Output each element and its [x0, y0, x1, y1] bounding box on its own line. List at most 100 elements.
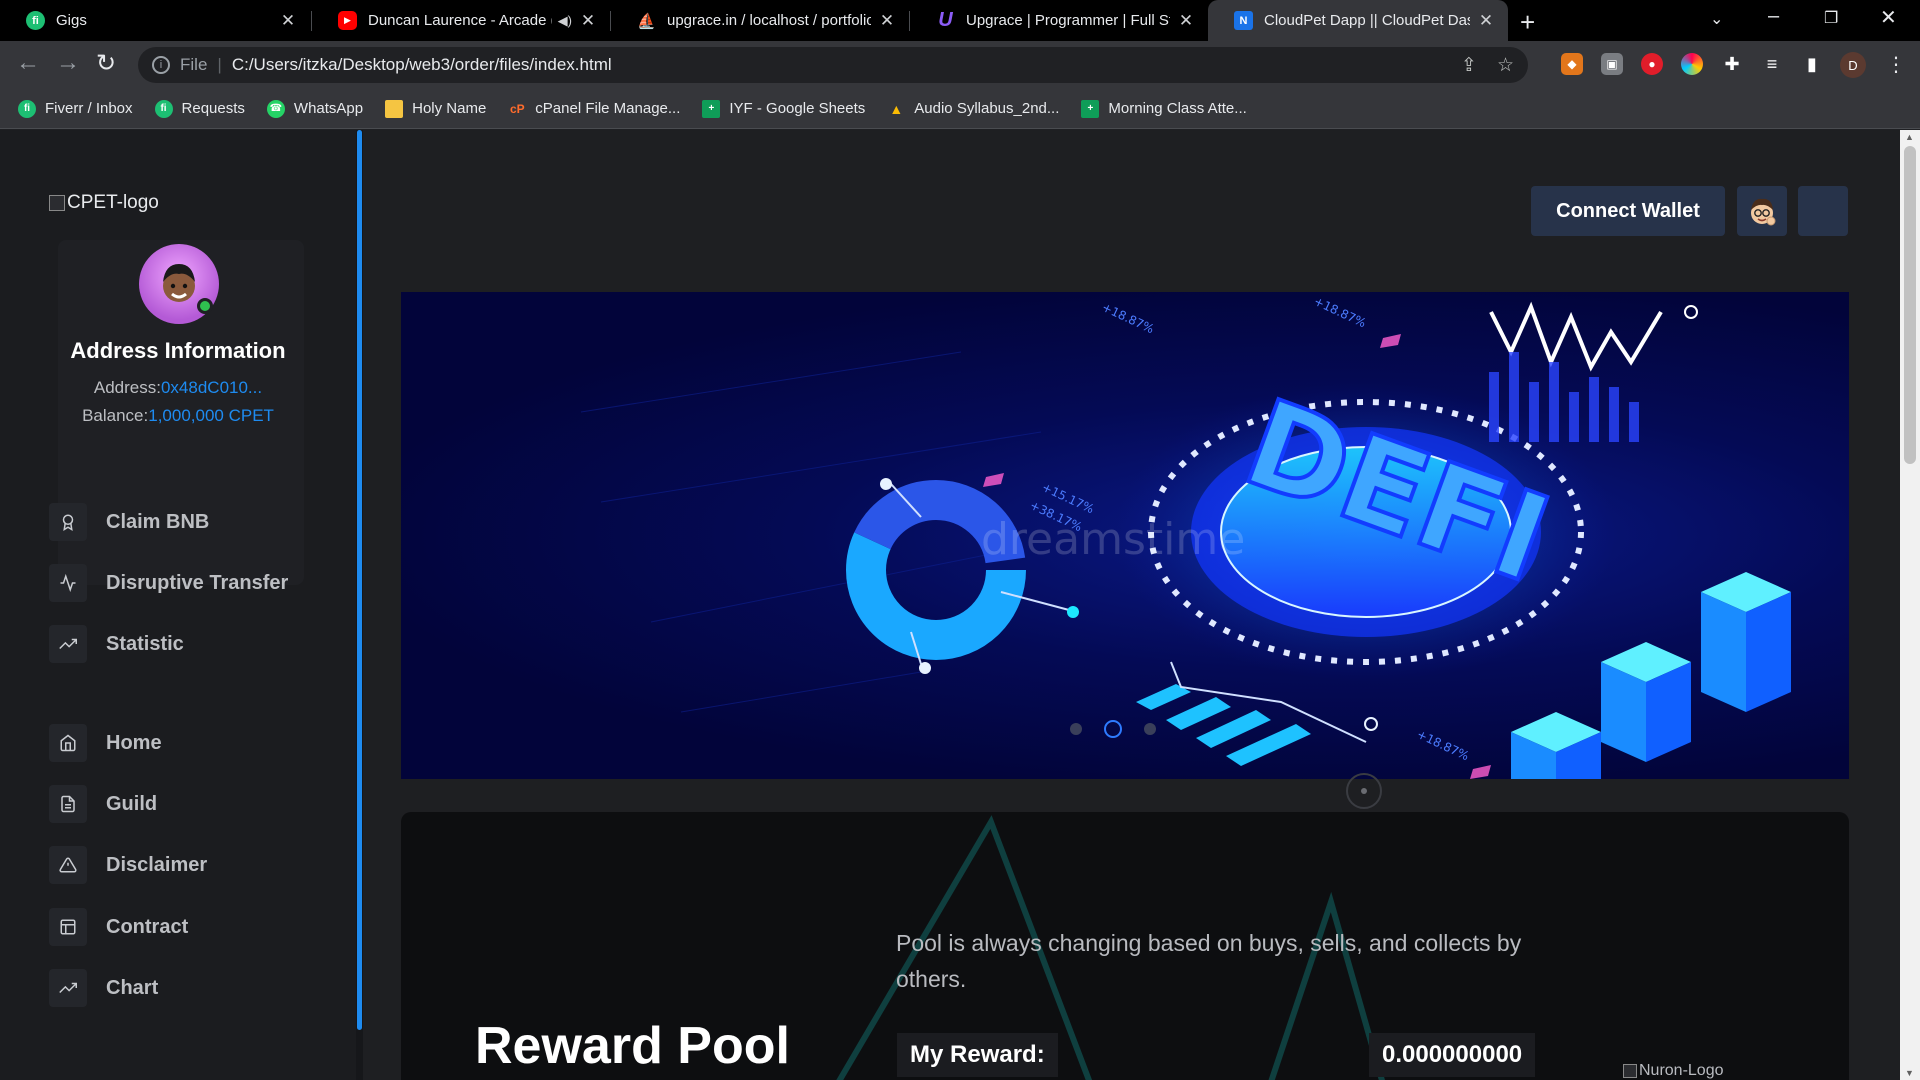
- tab-gigs[interactable]: fi Gigs ✕: [0, 0, 310, 41]
- folder-icon: [385, 99, 404, 118]
- tab-cloudpet[interactable]: N CloudPet Dapp || CloudPet Dashb ✕: [1208, 0, 1508, 41]
- side-panel-icon[interactable]: ▮: [1801, 53, 1823, 75]
- speaker-icon[interactable]: ◀): [558, 13, 572, 29]
- reload-button[interactable]: ↻: [96, 49, 116, 78]
- balance-value: 1,000,000 CPET: [148, 406, 274, 425]
- reward-pool-title: Reward Pool: [475, 1017, 790, 1075]
- connect-wallet-button[interactable]: Connect Wallet: [1531, 186, 1725, 236]
- browser-toolbar: ← → ↻ i File | C:/Users/itzka/Desktop/we…: [0, 41, 1920, 89]
- user-avatar-button[interactable]: [1737, 186, 1787, 236]
- sidebar-item-guild[interactable]: Guild: [49, 784, 329, 824]
- carousel-dot[interactable]: [1144, 723, 1156, 735]
- close-icon[interactable]: ✕: [1476, 11, 1496, 31]
- my-reward-value: 0.000000000: [1369, 1033, 1536, 1077]
- my-reward-label: My Reward:: [897, 1033, 1058, 1077]
- close-icon[interactable]: ✕: [578, 11, 598, 31]
- scroll-down-indicator[interactable]: [1346, 773, 1382, 809]
- scroll-up-arrow[interactable]: ▲: [1905, 132, 1914, 142]
- percent-label: +18.87%: [1415, 727, 1471, 763]
- balance-line: Balance:1,000,000 CPET: [0, 406, 356, 426]
- metamask-icon[interactable]: ◆: [1561, 53, 1583, 75]
- info-icon[interactable]: i: [152, 56, 170, 74]
- restore-button[interactable]: ❐: [1824, 8, 1838, 28]
- carousel-dots: [1070, 720, 1156, 738]
- bookmark-label: Fiverr / Inbox: [45, 100, 133, 117]
- nuron-logo-alt: Nuron-Logo: [1639, 1062, 1724, 1079]
- carousel-dot[interactable]: [1070, 723, 1082, 735]
- extensions-puzzle-icon[interactable]: ✚: [1721, 53, 1743, 75]
- bookmark-fiverr-inbox[interactable]: fi Fiverr / Inbox: [18, 99, 133, 118]
- close-icon[interactable]: ✕: [1176, 11, 1196, 31]
- bookmark-iyf-sheets[interactable]: + IYF - Google Sheets: [702, 99, 865, 118]
- bookmark-audio-syllabus[interactable]: ▲ Audio Syllabus_2nd...: [887, 100, 1059, 118]
- watermark-text: dreamstime: [981, 514, 1245, 565]
- hero-banner: DEFI +18.87% +18.87% +15.17% +38.17% +18…: [401, 292, 1849, 779]
- phpmyadmin-icon: ⛵: [637, 12, 656, 30]
- sidebar-item-disclaimer[interactable]: Disclaimer: [49, 845, 329, 885]
- bookmark-label: cPanel File Manage...: [535, 100, 681, 117]
- layout-icon: [49, 908, 87, 946]
- page-scroll-thumb[interactable]: [1904, 146, 1916, 464]
- address-bar[interactable]: i File | C:/Users/itzka/Desktop/web3/ord…: [138, 47, 1528, 83]
- balance-label: Balance:: [82, 406, 149, 425]
- back-button[interactable]: ←: [16, 49, 40, 77]
- tab-phpmyadmin[interactable]: ⛵ upgrace.in / localhost / portfolio ✕: [611, 0, 909, 41]
- close-window-button[interactable]: ✕: [1880, 5, 1897, 30]
- url-scheme: File: [180, 55, 208, 74]
- bookmark-requests[interactable]: fi Requests: [154, 99, 245, 118]
- address-label: Address:: [93, 378, 161, 397]
- sidebar-item-contract[interactable]: Contract: [49, 907, 329, 947]
- sidebar-item-label: Disclaimer: [106, 853, 208, 876]
- sidebar-item-label: Contract: [106, 915, 189, 938]
- bookmark-cpanel[interactable]: cP cPanel File Manage...: [508, 100, 680, 118]
- profile-avatar[interactable]: D: [1840, 52, 1866, 78]
- forward-button[interactable]: →: [56, 49, 80, 77]
- address-value[interactable]: 0x48dC010...: [161, 378, 262, 397]
- scroll-down-arrow[interactable]: ▼: [1905, 1068, 1914, 1078]
- carousel-dot-active[interactable]: [1104, 720, 1122, 738]
- sidebar-item-claim-bnb[interactable]: Claim BNB: [49, 502, 329, 542]
- cpet-logo[interactable]: CPET-logo: [49, 192, 159, 214]
- new-tab-button[interactable]: +: [1520, 7, 1535, 38]
- tab-title: upgrace.in / localhost / portfolio: [667, 12, 871, 29]
- sidebar-item-disruptive-transfer[interactable]: Disruptive Transfer: [49, 563, 329, 603]
- sidebar-item-label: Chart: [106, 976, 159, 999]
- award-icon: [49, 503, 87, 541]
- sidebar-item-home[interactable]: Home: [49, 723, 329, 763]
- google-sheets-icon: +: [702, 99, 721, 118]
- tab-title: Gigs: [56, 12, 87, 29]
- extension-grey-icon[interactable]: ▣: [1601, 53, 1623, 75]
- minimize-button[interactable]: –: [1768, 5, 1779, 28]
- bookmark-label: WhatsApp: [293, 100, 364, 117]
- share-icon[interactable]: ⇪: [1461, 54, 1477, 77]
- sidebar-item-label: Home: [106, 731, 162, 754]
- whatsapp-icon: ☎: [266, 99, 285, 118]
- sidebar-item-label: Statistic: [106, 632, 184, 655]
- media-controls-icon[interactable]: ≡: [1761, 53, 1783, 75]
- activity-icon: [49, 564, 87, 602]
- sidebar-scroll-thumb[interactable]: [357, 130, 362, 1030]
- close-icon[interactable]: ✕: [278, 11, 298, 31]
- close-icon[interactable]: ✕: [877, 11, 897, 31]
- bookmark-label: Requests: [181, 100, 245, 117]
- menu-button[interactable]: [1798, 186, 1848, 236]
- bookmarks-bar: fi Fiverr / Inbox fi Requests ☎ WhatsApp Ho…: [0, 89, 1920, 129]
- youtube-icon: ▶: [338, 11, 357, 30]
- tab-title: CloudPet Dapp || CloudPet Dashb: [1264, 12, 1470, 29]
- bookmark-whatsapp[interactable]: ☎ WhatsApp: [266, 99, 364, 118]
- address-line: Address:0x48dC010...: [0, 378, 356, 398]
- menu-kebab-icon[interactable]: ⋮: [1886, 52, 1906, 77]
- extension-color-icon[interactable]: [1681, 53, 1703, 75]
- bookmark-star-icon[interactable]: ☆: [1497, 54, 1514, 77]
- tab-search-icon[interactable]: ⌄: [1710, 9, 1723, 29]
- extension-red-icon[interactable]: ●: [1641, 53, 1663, 75]
- bookmark-holy-name[interactable]: Holy Name: [385, 99, 486, 118]
- tab-youtube[interactable]: ▶ Duncan Laurence - Arcade (L ◀) ✕: [312, 0, 610, 41]
- sidebar: CPET-logo Address Information Address:0x…: [0, 130, 356, 1080]
- bookmark-morning-class[interactable]: + Morning Class Atte...: [1081, 99, 1247, 118]
- google-sheets-icon: +: [1081, 99, 1100, 118]
- tab-upgrace[interactable]: U Upgrace | Programmer | Full Stac ✕: [910, 0, 1208, 41]
- url-text: C:/Users/itzka/Desktop/web3/order/files/…: [231, 55, 612, 74]
- sidebar-item-statistic[interactable]: Statistic: [49, 624, 329, 664]
- sidebar-item-chart[interactable]: Chart: [49, 968, 329, 1008]
